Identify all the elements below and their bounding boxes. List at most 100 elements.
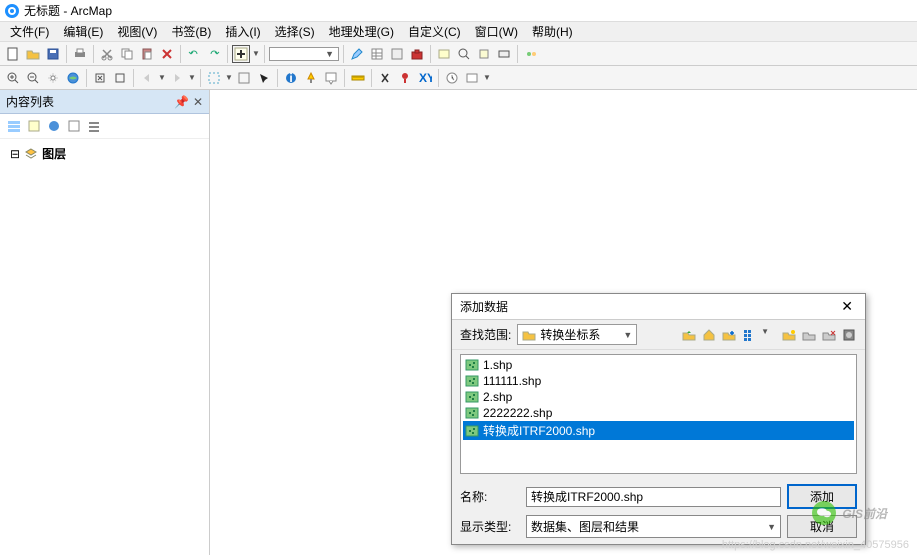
dropdown-icon[interactable]: ▼ — [158, 73, 166, 82]
find-route-icon[interactable] — [396, 69, 414, 87]
delete-icon[interactable] — [158, 45, 176, 63]
list-by-selection-icon[interactable] — [66, 118, 82, 134]
connect-folder-icon[interactable] — [721, 327, 737, 343]
file-name: 1.shp — [483, 358, 512, 372]
fixed-zoom-in-icon[interactable] — [91, 69, 109, 87]
model-builder-icon[interactable] — [522, 45, 540, 63]
dropdown-icon[interactable]: ▼ — [188, 73, 196, 82]
type-combo[interactable]: 数据集、图层和结果 ▼ — [526, 515, 781, 538]
goto-xy-icon[interactable]: XY — [416, 69, 434, 87]
layers-root[interactable]: ⊟ 图层 — [10, 145, 199, 162]
file-item[interactable]: 1.shp — [463, 357, 854, 373]
menu-window[interactable]: 窗口(W) — [469, 21, 524, 42]
cut-icon[interactable] — [98, 45, 116, 63]
collapse-icon[interactable]: ⊟ — [10, 147, 20, 161]
badge-text: GIS前沿 — [842, 505, 887, 522]
menu-bookmark[interactable]: 书签(B) — [165, 21, 217, 42]
disconnect-folder-icon[interactable] — [801, 327, 817, 343]
save-icon[interactable] — [44, 45, 62, 63]
add-data-dropdown-icon[interactable]: ▼ — [252, 49, 260, 58]
toc-body: ⊟ 图层 — [0, 139, 209, 168]
editor-toolbar-icon[interactable] — [348, 45, 366, 63]
zoom-in-icon[interactable] — [4, 69, 22, 87]
toolbar-separator — [93, 45, 94, 63]
toolbox-icon[interactable] — [408, 45, 426, 63]
dropdown-icon[interactable]: ▼ — [761, 327, 769, 343]
measure-icon[interactable] — [349, 69, 367, 87]
file-item[interactable]: 2.shp — [463, 389, 854, 405]
menu-insert[interactable]: 插入(I) — [219, 21, 266, 42]
menu-customize[interactable]: 自定义(C) — [402, 21, 467, 42]
file-item[interactable]: 111111.shp — [463, 373, 854, 389]
list-by-visibility-icon[interactable] — [46, 118, 62, 134]
print-icon[interactable] — [71, 45, 89, 63]
hyperlink-icon[interactable] — [302, 69, 320, 87]
list-view-icon[interactable] — [741, 327, 757, 343]
add-data-icon[interactable] — [232, 45, 250, 63]
toolbar-separator — [180, 45, 181, 63]
dropdown-icon[interactable]: ▼ — [225, 73, 233, 82]
close-icon[interactable]: ✕ — [837, 298, 857, 315]
clear-selection-icon[interactable] — [235, 69, 253, 87]
home-icon[interactable] — [701, 327, 717, 343]
undo-icon[interactable] — [185, 45, 203, 63]
look-in-combo[interactable]: 转换坐标系 ▼ — [517, 324, 637, 345]
shapefile-icon — [465, 390, 479, 404]
create-viewer-icon[interactable] — [463, 69, 481, 87]
shapefile-icon — [465, 374, 479, 388]
close-panel-icon[interactable]: ✕ — [193, 95, 203, 109]
menu-geoprocessing[interactable]: 地理处理(G) — [323, 21, 400, 42]
menu-view[interactable]: 视图(V) — [111, 21, 163, 42]
back-icon[interactable] — [138, 69, 156, 87]
layers-label: 图层 — [42, 145, 66, 162]
forward-icon[interactable] — [168, 69, 186, 87]
toc-toolbar — [0, 114, 209, 139]
delete-icon[interactable] — [821, 327, 837, 343]
new-icon[interactable] — [4, 45, 22, 63]
folder-icon — [522, 328, 536, 342]
pan-icon[interactable] — [44, 69, 62, 87]
list-by-drawing-icon[interactable] — [6, 118, 22, 134]
time-slider-icon[interactable] — [443, 69, 461, 87]
new-folder-icon[interactable] — [781, 327, 797, 343]
toc-options-icon[interactable] — [86, 118, 102, 134]
graph-icon[interactable] — [388, 45, 406, 63]
file-list[interactable]: 1.shp111111.shp2.shp2222222.shp转换成ITRF20… — [460, 354, 857, 474]
file-item[interactable]: 转换成ITRF2000.shp — [463, 421, 854, 440]
select-elements-icon[interactable] — [255, 69, 273, 87]
list-by-source-icon[interactable] — [26, 118, 42, 134]
up-level-icon[interactable] — [681, 327, 697, 343]
catalog-icon[interactable] — [435, 45, 453, 63]
svg-text:XY: XY — [419, 71, 432, 85]
find-icon[interactable] — [376, 69, 394, 87]
paste-icon[interactable] — [138, 45, 156, 63]
open-icon[interactable] — [24, 45, 42, 63]
search-window-icon[interactable] — [455, 45, 473, 63]
redo-icon[interactable] — [205, 45, 223, 63]
full-extent-icon[interactable] — [64, 69, 82, 87]
identify-icon[interactable]: i — [282, 69, 300, 87]
html-popup-icon[interactable] — [322, 69, 340, 87]
menu-file[interactable]: 文件(F) — [4, 21, 55, 42]
toolbar-separator — [277, 69, 278, 87]
name-label: 名称: — [460, 488, 520, 505]
select-features-icon[interactable] — [205, 69, 223, 87]
table-icon[interactable] — [368, 45, 386, 63]
fixed-zoom-out-icon[interactable] — [111, 69, 129, 87]
menu-edit[interactable]: 编辑(E) — [57, 21, 109, 42]
file-item[interactable]: 2222222.shp — [463, 405, 854, 421]
menu-help[interactable]: 帮助(H) — [526, 21, 579, 42]
name-input[interactable] — [526, 487, 781, 507]
toggle-contents-icon[interactable] — [841, 327, 857, 343]
toc-header: 内容列表 📌 ✕ — [0, 90, 209, 114]
python-icon[interactable] — [495, 45, 513, 63]
scale-combo[interactable]: ▼ — [269, 47, 339, 61]
pin-icon[interactable]: 📌 — [174, 95, 189, 109]
toc-panel: 内容列表 📌 ✕ ⊟ 图层 — [0, 90, 210, 555]
menu-select[interactable]: 选择(S) — [269, 21, 321, 42]
copy-icon[interactable] — [118, 45, 136, 63]
shapefile-icon — [465, 406, 479, 420]
zoom-out-icon[interactable] — [24, 69, 42, 87]
arc-toolbox-icon[interactable] — [475, 45, 493, 63]
dropdown-icon[interactable]: ▼ — [483, 73, 491, 82]
